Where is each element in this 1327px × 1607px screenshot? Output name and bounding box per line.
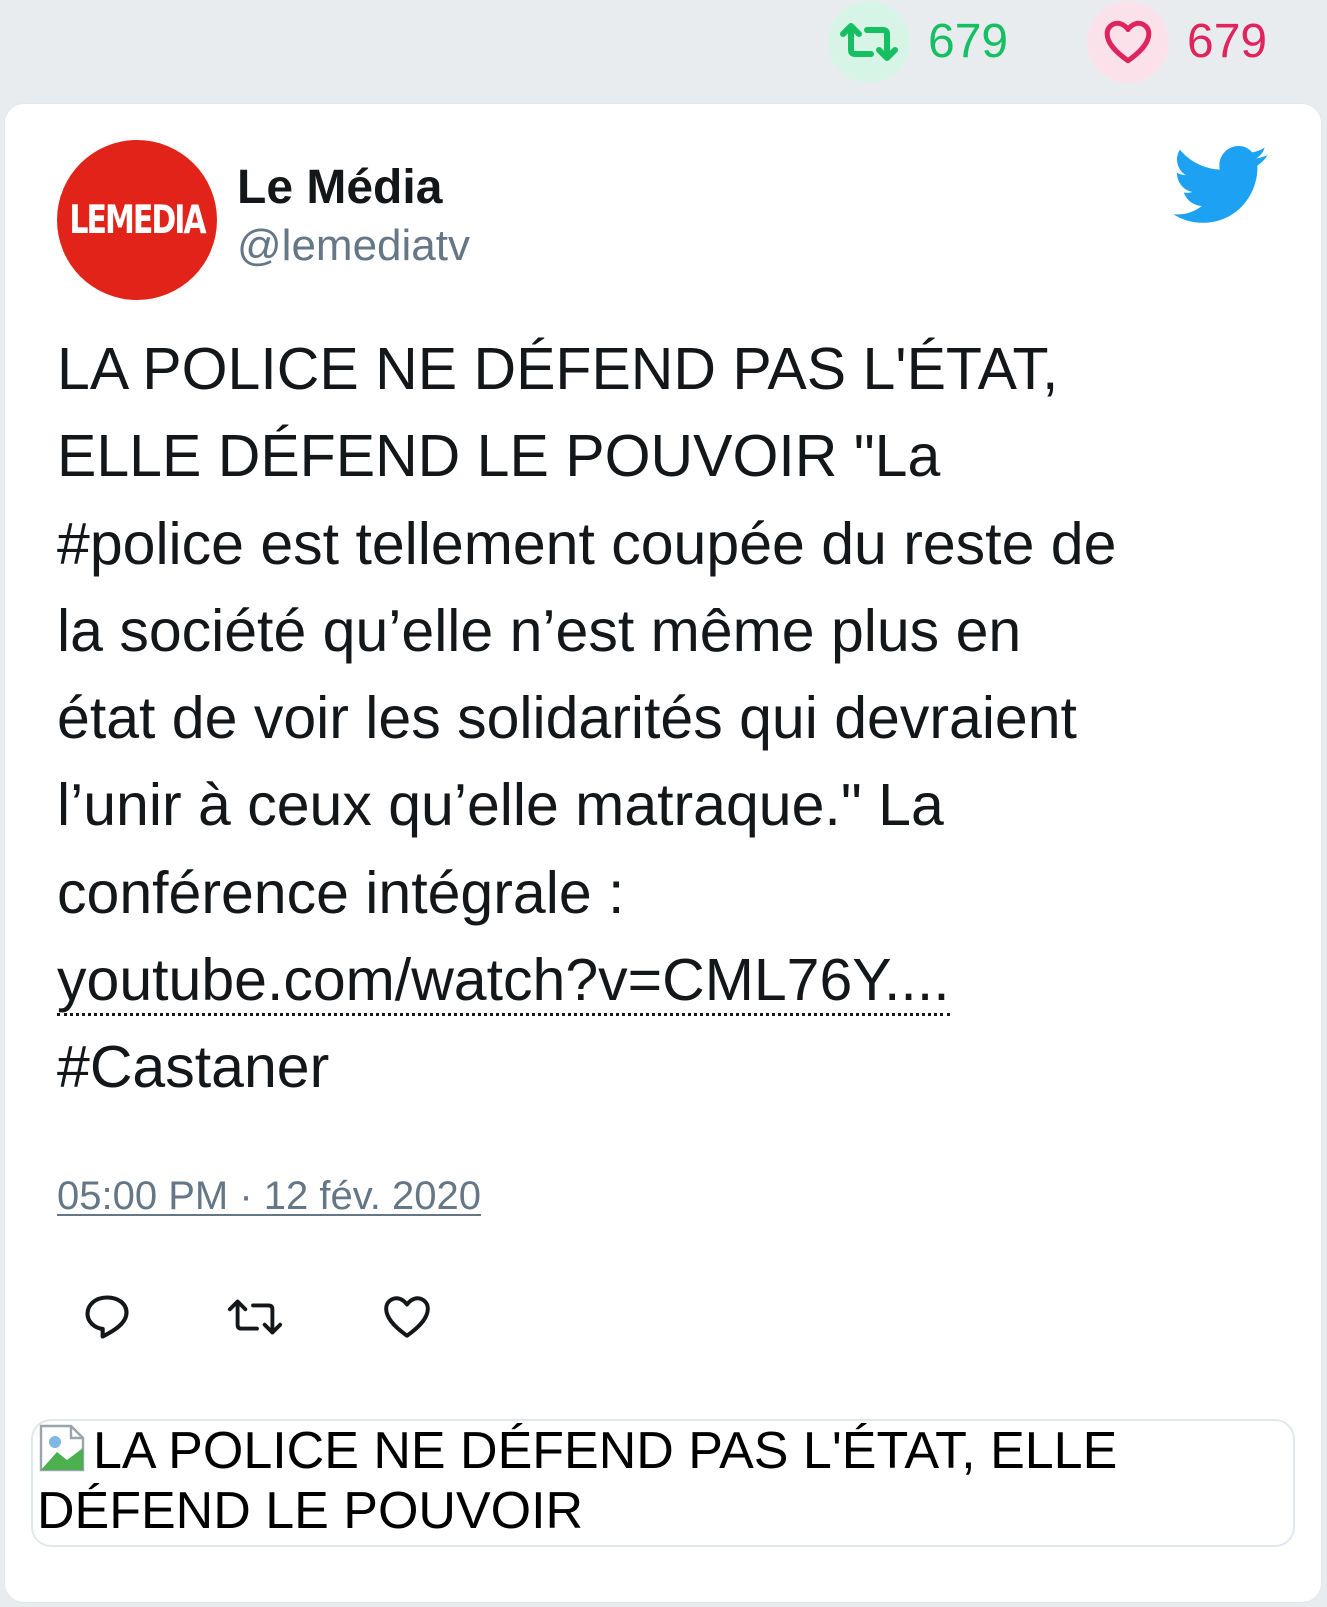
tweet-text-line: ELLE DÉFEND LE POUVOIR "La bbox=[57, 423, 941, 490]
tweet-text: LA POLICE NE DÉFEND PAS L'ÉTAT, ELLE DÉF… bbox=[57, 326, 1297, 1112]
tweet-text-line: la société qu’elle n’est même plus en bbox=[57, 597, 1022, 664]
retweet-count: 679 bbox=[928, 15, 1009, 68]
tweet-card: LEMEDIA Le Média @lemediatv LA POLICE NE… bbox=[4, 103, 1322, 1603]
heart-icon bbox=[1104, 20, 1152, 64]
tweet-text-line: LA POLICE NE DÉFEND PAS L'ÉTAT, bbox=[57, 336, 1059, 402]
twitter-bird-icon[interactable] bbox=[1173, 146, 1269, 226]
author-display-name[interactable]: Le Média bbox=[237, 161, 442, 215]
tweet-text-line: conférence intégrale : bbox=[57, 859, 625, 926]
avatar[interactable]: LEMEDIA bbox=[57, 140, 217, 300]
youtube-link[interactable]: youtube.com/watch?v=CML76Y.... bbox=[57, 947, 950, 1017]
like-button[interactable] bbox=[377, 1287, 437, 1347]
like-stat-icon-wrap bbox=[1087, 1, 1169, 83]
tweet-text-line: #police est tellement coupée du reste de bbox=[57, 510, 1117, 577]
retweet-icon bbox=[227, 1299, 283, 1335]
avatar-logo-text: LEMEDIA bbox=[69, 197, 206, 243]
retweet-stat-icon-wrap bbox=[828, 1, 910, 83]
hashtag-castaner[interactable]: #Castaner bbox=[57, 1024, 1297, 1111]
tweet-link-line: youtube.com/watch?v=CML76Y.... bbox=[57, 937, 1297, 1024]
retweet-icon bbox=[840, 23, 898, 61]
retweet-button[interactable] bbox=[225, 1287, 285, 1347]
like-count: 679 bbox=[1187, 15, 1268, 68]
tweet-text-line: état de voir les solidarités qui devraie… bbox=[57, 685, 1077, 752]
tweet-text-line: l’unir à ceux qu’elle matraque." La bbox=[57, 772, 944, 839]
author-handle[interactable]: @lemediatv bbox=[237, 221, 470, 270]
retweet-stat[interactable]: 679 bbox=[828, 0, 1008, 84]
top-stats-bar: 679 679 bbox=[0, 0, 1327, 100]
tweet-timestamp[interactable]: 05:00 PM · 12 fév. 2020 bbox=[57, 1172, 481, 1220]
link-preview-title: LA POLICE NE DÉFEND PAS L'ÉTAT, ELLE DÉF… bbox=[37, 1422, 1118, 1540]
broken-image-icon bbox=[39, 1424, 85, 1472]
heart-icon bbox=[384, 1296, 430, 1338]
reply-icon bbox=[85, 1295, 129, 1339]
reply-button[interactable] bbox=[77, 1287, 137, 1347]
like-stat[interactable]: 679 bbox=[1087, 0, 1267, 84]
link-preview-content: LA POLICE NE DÉFEND PAS L'ÉTAT, ELLE DÉF… bbox=[37, 1421, 1287, 1541]
link-preview-card[interactable]: LA POLICE NE DÉFEND PAS L'ÉTAT, ELLE DÉF… bbox=[31, 1419, 1295, 1547]
